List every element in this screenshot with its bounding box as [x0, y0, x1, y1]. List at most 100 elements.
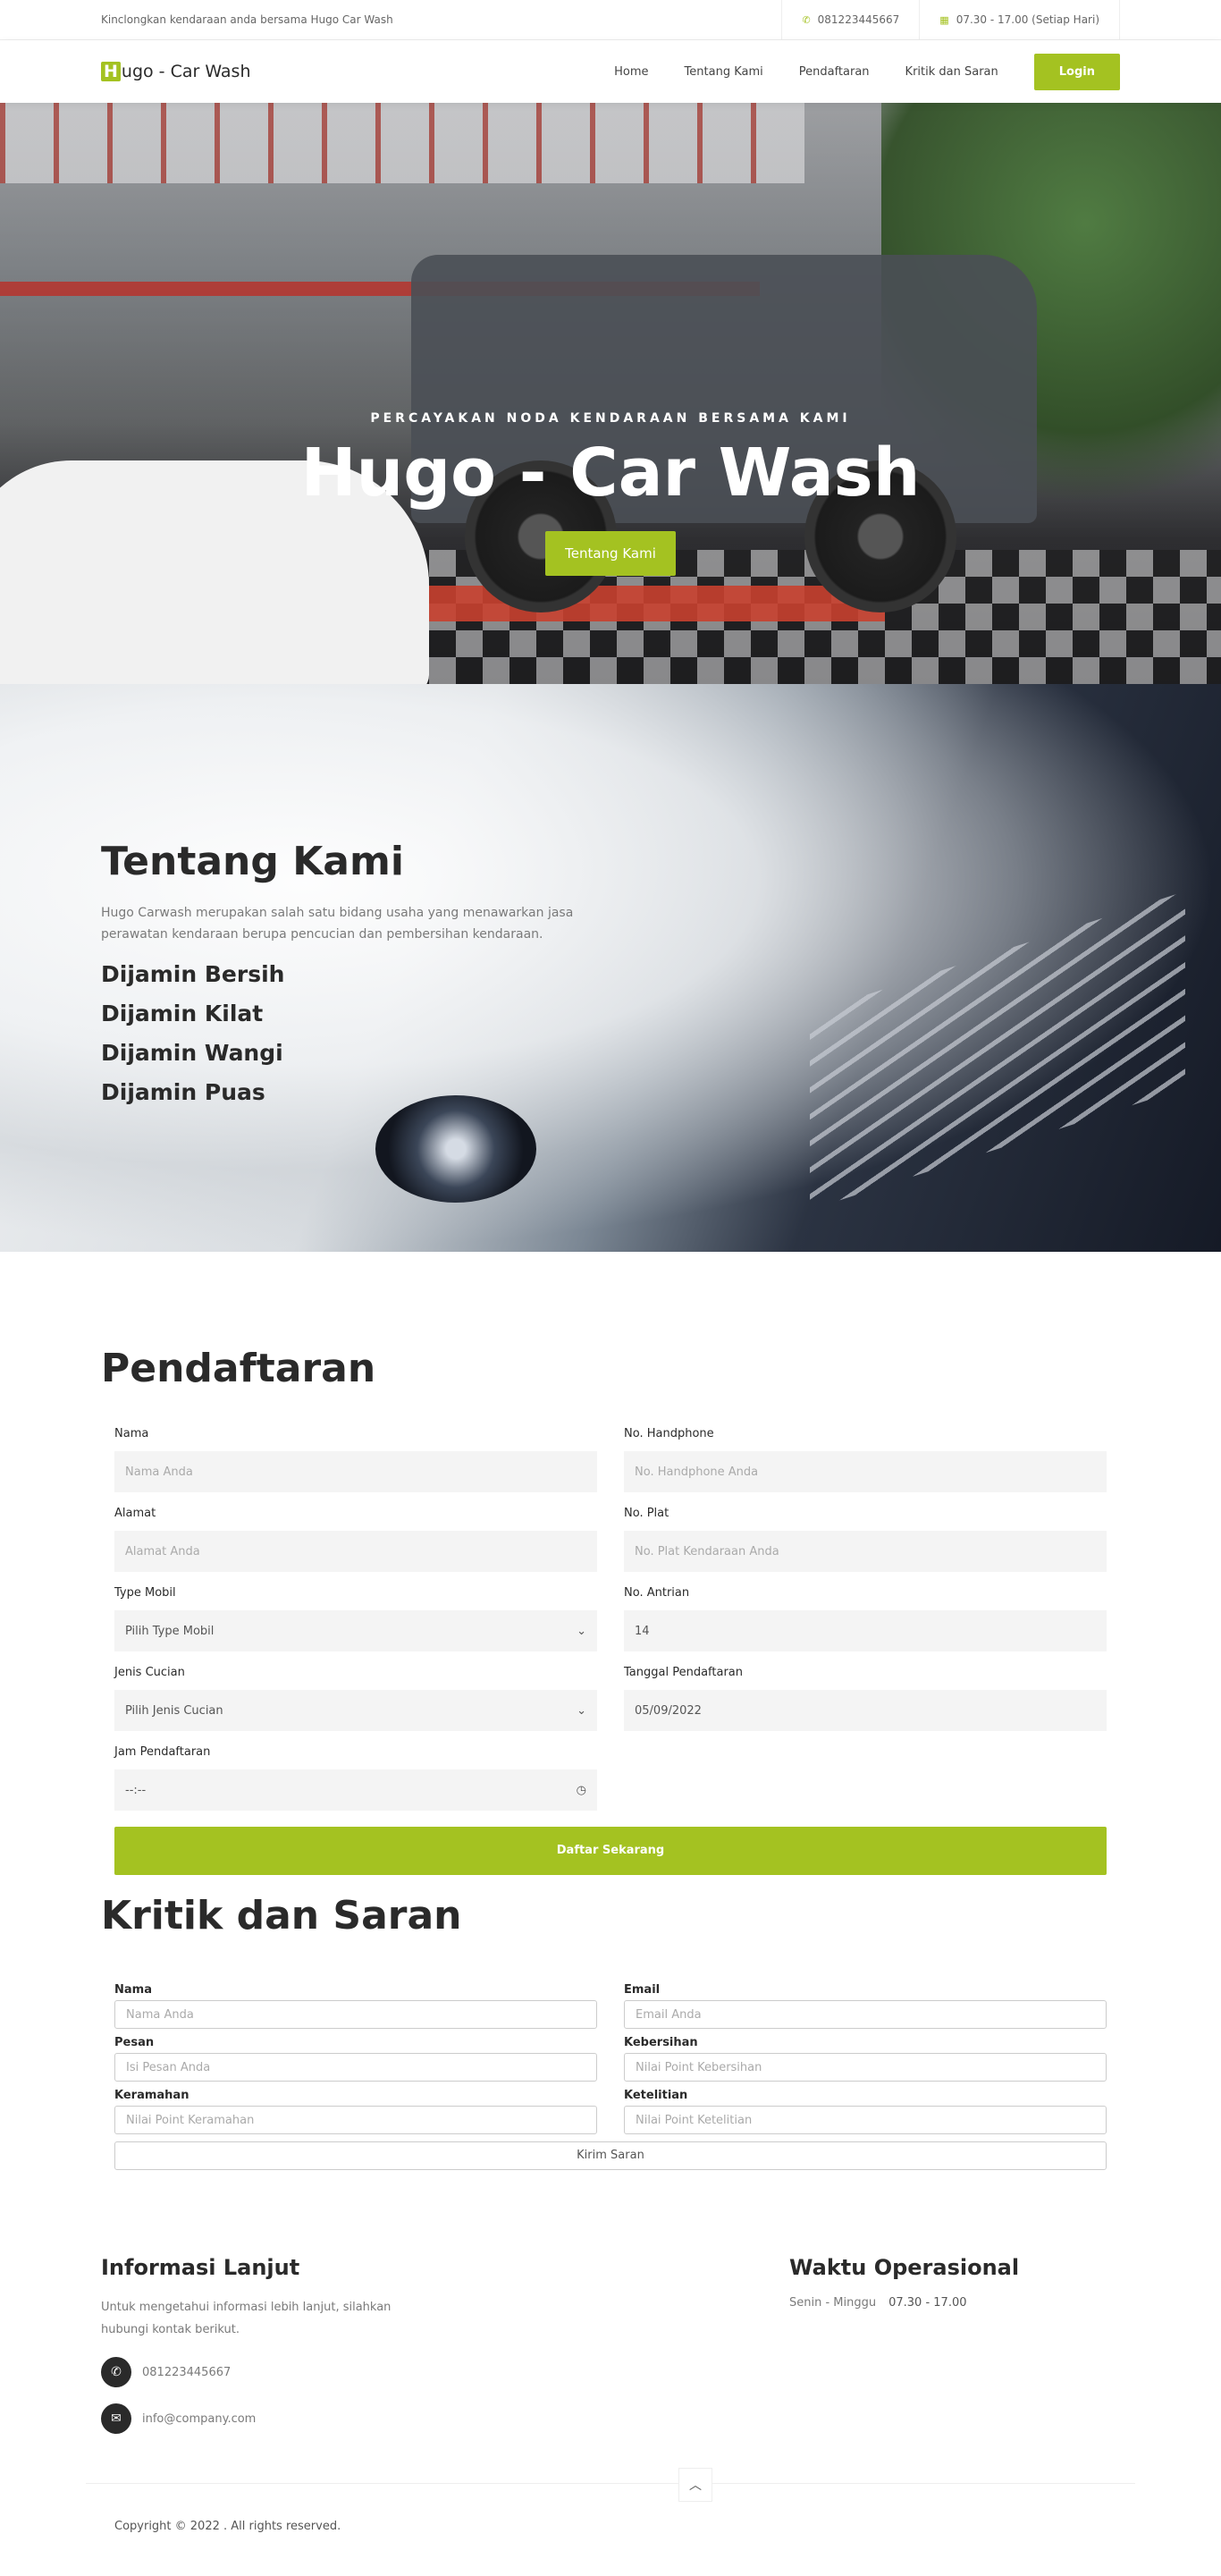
about-point: Dijamin Puas	[101, 1079, 265, 1105]
top-hours: ▦ 07.30 - 17.00 (Setiap Hari)	[919, 0, 1120, 40]
label-hp: No. Handphone	[624, 1427, 714, 1440]
footer-phone-text: 081223445667	[142, 2365, 232, 2379]
footer-email-text: info@company.com	[142, 2411, 257, 2426]
footer-email[interactable]: ✉ info@company.com	[101, 2403, 789, 2434]
about-title: Tentang Kami	[101, 839, 404, 884]
kfield-kebersihan: Kebersihan Nilai Point Kebersihan	[624, 2036, 1107, 2089]
about-content: Tentang Kami Hugo Carwash merupakan sala…	[101, 839, 602, 1119]
antrian-input[interactable]: 14	[624, 1610, 1107, 1651]
label-jam: Jam Pendaftaran	[114, 1745, 211, 1759]
kirim-saran-button[interactable]: Kirim Saran	[114, 2141, 1107, 2170]
label-jenis: Jenis Cucian	[114, 1666, 185, 1679]
klabel-ketelitian: Ketelitian	[624, 2089, 688, 2102]
type-select-value: Pilih Type Mobil	[125, 1624, 215, 1638]
hero-subtitle: PERCAYAKAN NODA KENDARAAN BERSAMA KAMI	[370, 411, 851, 426]
label-alamat: Alamat	[114, 1507, 156, 1520]
feedback-form: Nama Nama Anda Email Email Anda Pesan Is…	[101, 1983, 1120, 2141]
feedback-section: Kritik dan Saran Nama Nama Anda Email Em…	[0, 1875, 1221, 2170]
about-point: Dijamin Wangi	[101, 1040, 283, 1066]
jenis-select-value: Pilih Jenis Cucian	[125, 1703, 223, 1718]
login-button[interactable]: Login	[1033, 53, 1120, 90]
tagline: Kinclongkan kendaraan anda bersama Hugo …	[101, 13, 393, 26]
footer: Informasi Lanjut Untuk mengetahui inform…	[0, 2170, 1221, 2434]
logo-text: ugo - Car Wash	[121, 62, 251, 81]
kfield-pesan: Pesan Isi Pesan Anda	[114, 2036, 597, 2089]
hero-bg-lift	[384, 586, 885, 621]
alamat-input[interactable]: Alamat Anda	[114, 1531, 597, 1572]
nav-home[interactable]: Home	[614, 65, 648, 79]
daftar-button[interactable]: Daftar Sekarang	[114, 1827, 1107, 1875]
logo-mark: H	[101, 62, 121, 81]
field-nama: Nama Nama Anda	[114, 1427, 597, 1492]
footer-info-text: Untuk mengetahui informasi lebih lanjut,…	[101, 2301, 392, 2336]
top-info: ✆ 081223445667 ▦ 07.30 - 17.00 (Setiap H…	[781, 0, 1120, 40]
footer-phone[interactable]: ✆ 081223445667	[101, 2357, 789, 2387]
hero-button[interactable]: Tentang Kami	[545, 531, 676, 576]
nav-links: Home Tentang Kami Pendaftaran Kritik dan…	[614, 53, 1120, 90]
chevron-down-icon: ⌄	[577, 1624, 586, 1638]
footer-ops-title: Waktu Operasional	[789, 2255, 1020, 2280]
hero-content: PERCAYAKAN NODA KENDARAAN BERSAMA KAMI H…	[0, 411, 1221, 576]
about-bg-grille	[810, 891, 1185, 1211]
label-nama: Nama	[114, 1427, 149, 1440]
nama-input[interactable]: Nama Anda	[114, 1451, 597, 1492]
chevron-up-icon[interactable]: ︿	[678, 2468, 712, 2502]
field-jenis: Jenis Cucian Pilih Jenis Cucian ⌄	[114, 1666, 597, 1731]
feedback-ketelitian-input[interactable]: Nilai Point Ketelitian	[624, 2106, 1107, 2134]
feedback-kebersihan-input[interactable]: Nilai Point Kebersihan	[624, 2053, 1107, 2082]
type-select[interactable]: Pilih Type Mobil ⌄	[114, 1610, 597, 1651]
plat-input[interactable]: No. Plat Kendaraan Anda	[624, 1531, 1107, 1572]
klabel-pesan: Pesan	[114, 2036, 155, 2049]
phone-icon: ✆	[802, 13, 811, 26]
top-phone: ✆ 081223445667	[781, 0, 919, 40]
registration-form: Nama Nama Anda No. Handphone No. Handpho…	[101, 1427, 1120, 1825]
field-jam: Jam Pendaftaran --:-- ◷	[114, 1745, 597, 1811]
field-antrian: No. Antrian 14	[624, 1586, 1107, 1651]
copyright: Copyright © 2022 . All rights reserved.	[114, 2520, 341, 2533]
nav-tentang[interactable]: Tentang Kami	[685, 65, 763, 79]
about-point: Dijamin Bersih	[101, 961, 285, 987]
feedback-pesan-input[interactable]: Isi Pesan Anda	[114, 2053, 597, 2082]
jam-input-value: --:--	[125, 1783, 147, 1797]
field-alamat: Alamat Alamat Anda	[114, 1507, 597, 1572]
klabel-keramahan: Keramahan	[114, 2089, 189, 2102]
klabel-email: Email	[624, 1983, 661, 1997]
hero-slider: PERCAYAKAN NODA KENDARAAN BERSAMA KAMI H…	[0, 103, 1221, 684]
nav-pendaftaran[interactable]: Pendaftaran	[799, 65, 870, 79]
kfield-nama: Nama Nama Anda	[114, 1983, 597, 2036]
nav-kritik[interactable]: Kritik dan Saran	[905, 65, 998, 79]
jam-input[interactable]: --:-- ◷	[114, 1769, 597, 1811]
kfield-ketelitian: Ketelitian Nilai Point Ketelitian	[624, 2089, 1107, 2141]
chevron-down-icon: ⌄	[577, 1703, 586, 1718]
footer-ops-time: 07.30 - 17.00	[888, 2296, 967, 2310]
footer-hours: Waktu Operasional Senin - Minggu 07.30 -…	[789, 2255, 1120, 2434]
about-point: Dijamin Kilat	[101, 1001, 264, 1026]
about-points: Dijamin Bersih Dijamin Kilat Dijamin Wan…	[101, 961, 602, 1105]
tanggal-input[interactable]: 05/09/2022	[624, 1690, 1107, 1731]
jenis-select[interactable]: Pilih Jenis Cucian ⌄	[114, 1690, 597, 1731]
footer-info: Informasi Lanjut Untuk mengetahui inform…	[101, 2255, 789, 2434]
kfield-email: Email Email Anda	[624, 1983, 1107, 2036]
feedback-title: Kritik dan Saran	[101, 1893, 462, 1938]
registration-title: Pendaftaran	[101, 1346, 376, 1391]
feedback-keramahan-input[interactable]: Nilai Point Keramahan	[114, 2106, 597, 2134]
top-bar: Kinclongkan kendaraan anda bersama Hugo …	[0, 0, 1221, 40]
klabel-kebersihan: Kebersihan	[624, 2036, 698, 2049]
about-section: Tentang Kami Hugo Carwash merupakan sala…	[0, 684, 1221, 1252]
navbar: H ugo - Car Wash Home Tentang Kami Penda…	[0, 40, 1221, 103]
label-antrian: No. Antrian	[624, 1586, 690, 1600]
footer-info-title: Informasi Lanjut	[101, 2255, 300, 2280]
field-hp: No. Handphone No. Handphone Anda	[624, 1427, 1107, 1492]
feedback-nama-input[interactable]: Nama Anda	[114, 2000, 597, 2029]
field-tanggal: Tanggal Pendaftaran 05/09/2022	[624, 1666, 1107, 1731]
hero-title: Hugo - Car Wash	[300, 435, 921, 511]
clock-icon[interactable]: ◷	[577, 1784, 586, 1797]
top-hours-text: 07.30 - 17.00 (Setiap Hari)	[956, 13, 1099, 26]
footer-ops-days: Senin - Minggu	[789, 2296, 877, 2310]
feedback-email-input[interactable]: Email Anda	[624, 2000, 1107, 2029]
logo[interactable]: H ugo - Car Wash	[101, 62, 250, 81]
top-phone-text: 081223445667	[817, 13, 900, 26]
hp-input[interactable]: No. Handphone Anda	[624, 1451, 1107, 1492]
footer-hours-row: Senin - Minggu 07.30 - 17.00	[789, 2296, 1120, 2310]
about-description: Hugo Carwash merupakan salah satu bidang…	[101, 906, 574, 942]
